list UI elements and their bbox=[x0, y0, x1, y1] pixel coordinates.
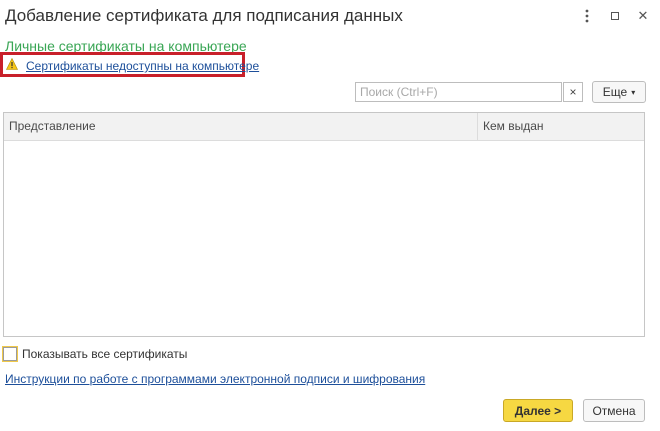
search-input[interactable] bbox=[355, 82, 562, 102]
clear-search-button[interactable]: × bbox=[563, 82, 583, 102]
column-header-issuer[interactable]: Кем выдан bbox=[478, 113, 644, 140]
warning-triangle-icon bbox=[6, 58, 18, 70]
instructions-link[interactable]: Инструкции по работе с программами элект… bbox=[5, 372, 425, 386]
more-button[interactable]: Еще ▾ bbox=[592, 81, 646, 103]
certificates-table[interactable]: Представление Кем выдан bbox=[3, 112, 645, 337]
maximize-icon[interactable] bbox=[608, 8, 622, 24]
kebab-menu-icon[interactable] bbox=[580, 8, 594, 24]
next-button[interactable]: Далее > bbox=[503, 399, 573, 422]
dialog-title: Добавление сертификата для подписания да… bbox=[5, 6, 403, 25]
window-controls: ✕ bbox=[580, 8, 650, 24]
close-icon[interactable]: ✕ bbox=[636, 8, 650, 24]
table-header: Представление Кем выдан bbox=[4, 113, 644, 141]
certificates-unavailable-link[interactable]: Сертификаты недоступны на компьютере bbox=[26, 59, 259, 73]
more-button-label: Еще bbox=[602, 85, 628, 99]
cancel-button[interactable]: Отмена bbox=[583, 399, 645, 422]
column-header-presentation[interactable]: Представление bbox=[4, 113, 478, 140]
chevron-down-icon: ▾ bbox=[631, 87, 636, 97]
table-body[interactable] bbox=[4, 141, 644, 337]
show-all-label[interactable]: Показывать все сертификаты bbox=[22, 347, 187, 361]
show-all-checkbox[interactable] bbox=[2, 346, 18, 362]
